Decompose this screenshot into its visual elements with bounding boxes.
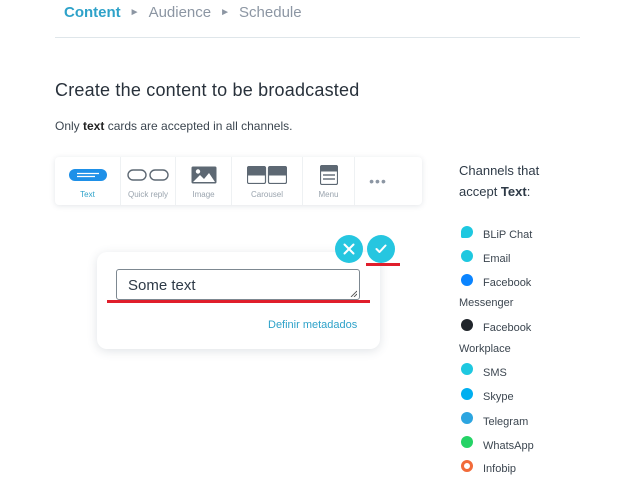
channels-title-text: :: [526, 184, 531, 199]
tool-image[interactable]: Image: [176, 157, 232, 205]
annotation-underline-textbox: [107, 300, 370, 303]
menu-icon: [319, 165, 338, 185]
channel-name: Infobip: [483, 463, 517, 475]
channel-name-line2: Messenger: [459, 297, 514, 309]
channels-title-bold: Text: [500, 184, 527, 199]
tool-label: Menu: [318, 190, 339, 199]
breadcrumb-separator-icon: ►: [129, 6, 140, 18]
channel-name: Facebook: [483, 277, 532, 289]
breadcrumb-step-content[interactable]: Content: [64, 4, 121, 21]
tool-quick-reply[interactable]: Quick reply: [121, 157, 176, 205]
messenger-icon: [461, 274, 473, 286]
confirm-button[interactable]: [367, 235, 395, 263]
more-options-icon: •••: [369, 173, 387, 189]
infobip-icon: [461, 460, 473, 472]
tool-label: Carousel: [250, 190, 283, 199]
header-divider: [55, 37, 580, 38]
blip-chat-icon: [461, 226, 473, 238]
subtitle-text: cards are accepted in all channels.: [104, 119, 293, 133]
cancel-button[interactable]: [335, 235, 363, 263]
whatsapp-icon: [461, 436, 473, 448]
skype-icon: [461, 388, 473, 400]
annotation-underline-confirm: [366, 263, 400, 266]
channel-name: SMS: [483, 367, 507, 379]
channel-name: BLiP Chat: [483, 229, 533, 241]
channel-name: Skype: [483, 391, 514, 403]
breadcrumb: Content ► Audience ► Schedule: [64, 3, 302, 21]
page-subtitle: Only text cards are accepted in all chan…: [55, 119, 292, 133]
subtitle-bold: text: [83, 119, 105, 133]
page-title: Create the content to be broadcasted: [55, 80, 360, 100]
tool-menu[interactable]: Menu: [303, 157, 355, 205]
channels-title: Channels that accept Text:: [459, 160, 579, 202]
tool-label: Text: [80, 190, 95, 199]
channel-name: Email: [483, 253, 511, 265]
sms-icon: [461, 363, 473, 375]
card-text-input[interactable]: Some text: [116, 269, 360, 300]
carousel-icon: [247, 165, 287, 185]
text-card-icon: [68, 165, 108, 185]
subtitle-text: Only: [55, 119, 84, 133]
card-type-toolbar: Text Quick reply Image Carousel Menu •••: [55, 157, 422, 205]
channel-name-line2: Workplace: [459, 343, 511, 355]
breadcrumb-separator-icon: ►: [220, 6, 231, 18]
breadcrumb-step-schedule[interactable]: Schedule: [239, 4, 302, 21]
image-icon: [191, 165, 217, 185]
tool-text[interactable]: Text: [55, 157, 121, 205]
define-metadata-link[interactable]: Definir metadados: [268, 319, 357, 331]
channel-name: Telegram: [483, 416, 529, 428]
email-icon: [461, 250, 473, 262]
channel-name: WhatsApp: [483, 440, 534, 452]
check-icon: [375, 244, 387, 253]
workplace-icon: [461, 319, 473, 331]
close-icon: [343, 243, 355, 255]
breadcrumb-step-audience[interactable]: Audience: [149, 4, 212, 21]
tool-more-options[interactable]: •••: [355, 157, 401, 205]
quick-reply-icon: [127, 165, 169, 185]
card-text-value: Some text: [128, 277, 196, 294]
tool-carousel[interactable]: Carousel: [232, 157, 303, 205]
resize-handle-icon[interactable]: [350, 290, 357, 297]
telegram-icon: [461, 412, 473, 424]
tool-label: Quick reply: [127, 190, 168, 199]
tool-label: Image: [192, 190, 215, 199]
channel-name: Facebook: [483, 322, 532, 334]
